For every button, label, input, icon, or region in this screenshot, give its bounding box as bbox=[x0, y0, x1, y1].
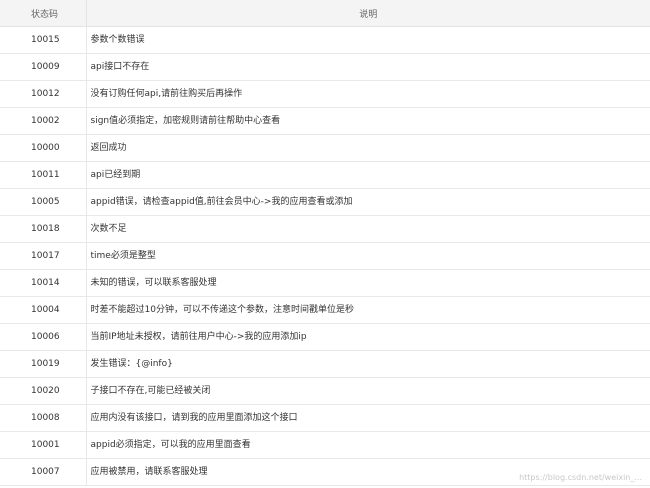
status-code-cell: 10000 bbox=[0, 134, 87, 162]
description-cell: sign值必须指定，加密规则请前往帮助中心查看 bbox=[86, 107, 650, 135]
status-code-cell: 10009 bbox=[0, 53, 87, 81]
description-cell: 次数不足 bbox=[86, 215, 650, 243]
table-row: 10005 appid错误，请检查appid值,前往会员中心->我的应用查看或添… bbox=[0, 188, 650, 216]
table-row: 10009 api接口不存在 bbox=[0, 53, 650, 81]
description-cell: 时差不能超过10分钟，可以不传递这个参数，注意时间戳单位是秒 bbox=[86, 296, 650, 324]
table-row: 10002 sign值必须指定，加密规则请前往帮助中心查看 bbox=[0, 107, 650, 135]
status-code-cell: 10008 bbox=[0, 404, 87, 432]
table-row: 10015 参数个数错误 bbox=[0, 26, 650, 54]
status-code-cell: 10018 bbox=[0, 215, 87, 243]
status-code-table-container: 状态码 说明 10015 参数个数错误 10009 api接口不存在 10012… bbox=[0, 0, 650, 488]
description-cell: 子接口不存在,可能已经被关闭 bbox=[86, 377, 650, 405]
table-row: 10019 发生错误：{@info} bbox=[0, 350, 650, 378]
table-row: 10011 api已经到期 bbox=[0, 161, 650, 189]
description-cell: 发生错误：{@info} bbox=[86, 350, 650, 378]
header-row: 状态码 说明 bbox=[0, 0, 650, 27]
description-cell: 当前IP地址未授权，请前往用户中心->我的应用添加ip bbox=[86, 323, 650, 351]
status-code-cell: 10001 bbox=[0, 431, 87, 459]
table-row: 10000 返回成功 bbox=[0, 134, 650, 162]
table-header: 状态码 说明 bbox=[0, 0, 650, 27]
status-code-cell: 10005 bbox=[0, 188, 87, 216]
status-code-cell: 10017 bbox=[0, 242, 87, 270]
status-code-table: 状态码 说明 10015 参数个数错误 10009 api接口不存在 10012… bbox=[0, 0, 650, 486]
description-cell: 参数个数错误 bbox=[86, 26, 650, 54]
description-cell: time必须是整型 bbox=[86, 242, 650, 270]
status-code-cell: 10014 bbox=[0, 269, 87, 297]
table-row: 10004 时差不能超过10分钟，可以不传递这个参数，注意时间戳单位是秒 bbox=[0, 296, 650, 324]
description-cell: 没有订购任何api,请前往购买后再操作 bbox=[86, 80, 650, 108]
table-row: 10008 应用内没有该接口，请到我的应用里面添加这个接口 bbox=[0, 404, 650, 432]
table-row: 10006 当前IP地址未授权，请前往用户中心->我的应用添加ip bbox=[0, 323, 650, 351]
status-code-cell: 10002 bbox=[0, 107, 87, 135]
table-row: 10012 没有订购任何api,请前往购买后再操作 bbox=[0, 80, 650, 108]
table-row: 10018 次数不足 bbox=[0, 215, 650, 243]
table-row: 10017 time必须是整型 bbox=[0, 242, 650, 270]
status-code-cell: 10004 bbox=[0, 296, 87, 324]
status-code-cell: 10011 bbox=[0, 161, 87, 189]
header-status-code: 状态码 bbox=[0, 0, 87, 27]
description-cell: 应用内没有该接口，请到我的应用里面添加这个接口 bbox=[86, 404, 650, 432]
description-cell: 未知的错误，可以联系客服处理 bbox=[86, 269, 650, 297]
status-code-cell: 10012 bbox=[0, 80, 87, 108]
description-cell: 返回成功 bbox=[86, 134, 650, 162]
header-description: 说明 bbox=[86, 0, 650, 27]
description-cell: api接口不存在 bbox=[86, 53, 650, 81]
status-code-cell: 10020 bbox=[0, 377, 87, 405]
description-cell: appid必须指定，可以我的应用里面查看 bbox=[86, 431, 650, 459]
table-row: 10001 appid必须指定，可以我的应用里面查看 bbox=[0, 431, 650, 459]
status-code-cell: 10019 bbox=[0, 350, 87, 378]
status-code-cell: 10007 bbox=[0, 458, 87, 486]
description-cell: appid错误，请检查appid值,前往会员中心->我的应用查看或添加 bbox=[86, 188, 650, 216]
table-row: 10020 子接口不存在,可能已经被关闭 bbox=[0, 377, 650, 405]
status-code-cell: 10015 bbox=[0, 26, 87, 54]
table-row: 10014 未知的错误，可以联系客服处理 bbox=[0, 269, 650, 297]
status-code-cell: 10006 bbox=[0, 323, 87, 351]
watermark-text: https://blog.csdn.net/weixin_... bbox=[519, 473, 642, 482]
description-cell: api已经到期 bbox=[86, 161, 650, 189]
table-body: 10015 参数个数错误 10009 api接口不存在 10012 没有订购任何… bbox=[0, 26, 650, 486]
